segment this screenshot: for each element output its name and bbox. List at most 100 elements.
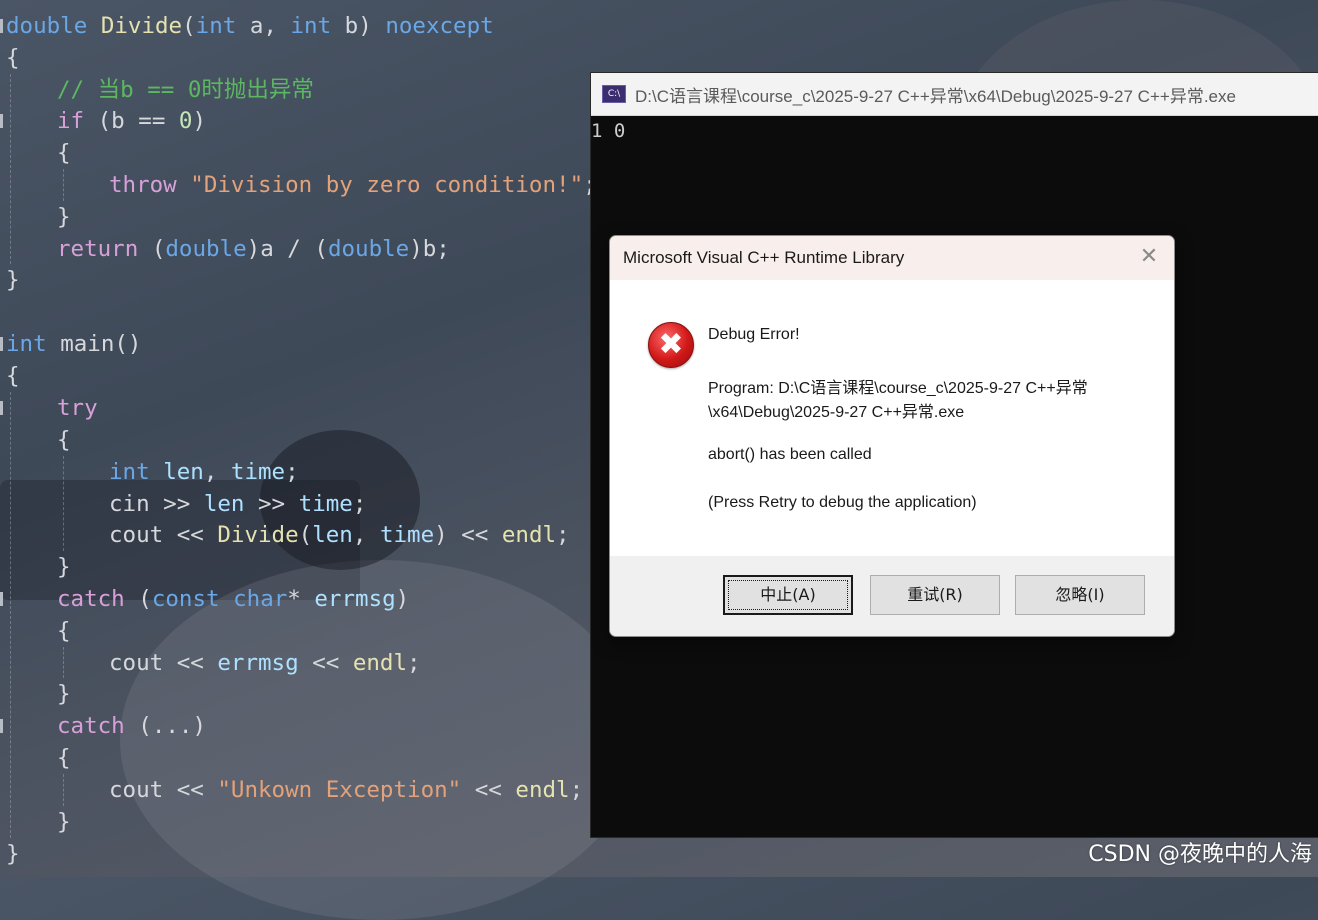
code-token: ; [352,491,367,517]
code-token: { [6,45,20,71]
code-token: endl [515,777,570,803]
code-token: ) [192,108,207,134]
program-path-line1: Program: D:\C语言课程\course_c\2025-9-27 C++… [708,380,1088,397]
code-token: (...) [138,713,207,739]
fold-marker[interactable] [0,592,3,606]
code-token: int [195,13,237,39]
indent-guide [63,774,64,806]
code-line[interactable]: { [6,360,20,392]
code-token: ( [138,586,152,612]
code-token: << [461,777,516,803]
fold-marker[interactable] [0,401,3,415]
fold-marker[interactable] [0,719,3,733]
csdn-watermark: CSDN @夜晚中的人海 [1088,842,1312,867]
indent-guide [63,647,64,678]
code-line[interactable]: } [57,201,71,233]
code-line[interactable]: // 当b == 0时抛出异常 [57,74,314,106]
code-line[interactable]: } [6,838,20,870]
code-token: ; [569,777,584,803]
code-token: catch [57,586,139,612]
console-output: 1 0 [591,120,626,142]
code-token: throw [109,172,191,198]
code-token: cin >> [109,491,204,517]
indent-guide [63,169,64,201]
code-line[interactable]: catch (const char* errmsg) [57,583,409,615]
code-token: (b == [97,108,179,134]
fold-marker[interactable] [0,19,3,33]
code-line[interactable]: { [57,137,71,169]
code-line[interactable]: } [57,806,71,838]
code-token: int [6,331,61,357]
code-line[interactable]: if (b == 0) [57,105,206,137]
code-line[interactable]: cout << errmsg << endl; [109,647,421,679]
indent-guide [10,74,11,264]
dialog-title: Microsoft Visual C++ Runtime Library [623,248,905,267]
code-line[interactable]: int main() [6,328,141,360]
code-token: time [230,459,286,485]
code-token: << [298,650,353,676]
runtime-error-dialog[interactable]: Microsoft Visual C++ Runtime Library ✕ ✖… [609,235,1175,637]
code-line[interactable]: cout << "Unkown Exception" << endl; [109,774,583,806]
code-token: "Unkown Exception" [217,777,462,803]
code-token: , [352,522,380,548]
code-token: ( [151,236,166,262]
code-line[interactable]: catch (...) [57,710,206,742]
program-path-line2: \x64\Debug\2025-9-27 C++异常.exe [708,404,965,421]
abort-button[interactable]: 中止(A) [723,575,853,615]
code-token: { [57,745,71,771]
code-token: try [57,395,98,421]
code-token: ( [298,522,313,548]
code-line[interactable]: } [57,678,71,710]
code-token: cout << [109,650,218,676]
code-token: endl [501,522,557,548]
code-line[interactable]: cout << Divide(len, time) << endl; [109,519,570,551]
code-token: time [298,491,353,517]
retry-button[interactable]: 重试(R) [870,575,1000,615]
code-token: )b; [409,236,450,262]
code-token: { [57,140,71,166]
code-token: noexcept [385,13,494,39]
code-token: { [57,427,71,453]
code-line[interactable]: { [57,742,71,774]
code-token: } [57,681,71,707]
code-token: double [6,13,101,39]
dialog-titlebar[interactable]: Microsoft Visual C++ Runtime Library ✕ [610,236,1174,280]
ignore-button[interactable]: 忽略(I) [1015,575,1145,615]
code-token: cout << [109,522,218,548]
code-token: ) [395,586,410,612]
error-heading: Debug Error! [708,326,800,343]
dialog-body: ✖ Debug Error! Program: D:\C语言课程\course_… [610,280,1174,556]
code-token: Divide [100,13,183,39]
code-line[interactable]: } [57,551,71,583]
code-line[interactable]: return (double)a / (double)b; [57,233,450,265]
code-token: len [163,459,204,485]
code-token: return [57,236,152,262]
close-icon[interactable]: ✕ [1138,246,1160,268]
code-token: len [312,522,353,548]
code-line[interactable]: cin >> len >> time; [109,488,366,520]
code-token: ) << [434,522,502,548]
code-token: { [6,363,20,389]
code-line[interactable]: } [6,264,20,296]
code-token: ; [407,650,421,676]
code-line[interactable]: try [57,392,98,424]
code-token: time [379,522,435,548]
code-line[interactable]: int len, time; [109,456,299,488]
code-line[interactable]: throw "Division by zero condition!"; [109,169,597,201]
code-token: } [57,204,71,230]
console-app-icon: C:\ [602,85,626,103]
code-token: >> [244,491,299,517]
fold-marker[interactable] [0,114,3,128]
code-editor[interactable]: double Divide(int a, int b) noexcept { // … [0,0,600,877]
error-message: abort() has been called [708,446,872,463]
code-token: const char [151,586,288,612]
console-titlebar[interactable]: C:\ D:\C语言课程\course_c\2025-9-27 C++异常\x6… [591,73,1318,116]
code-line[interactable]: { [57,615,71,647]
code-token: b) [331,13,386,39]
code-line[interactable]: { [57,424,71,456]
fold-marker[interactable] [0,337,3,351]
code-token: len [203,491,245,517]
code-line[interactable]: double Divide(int a, int b) noexcept [6,10,494,42]
code-token: 0 [178,108,193,134]
code-line[interactable]: { [6,42,20,74]
